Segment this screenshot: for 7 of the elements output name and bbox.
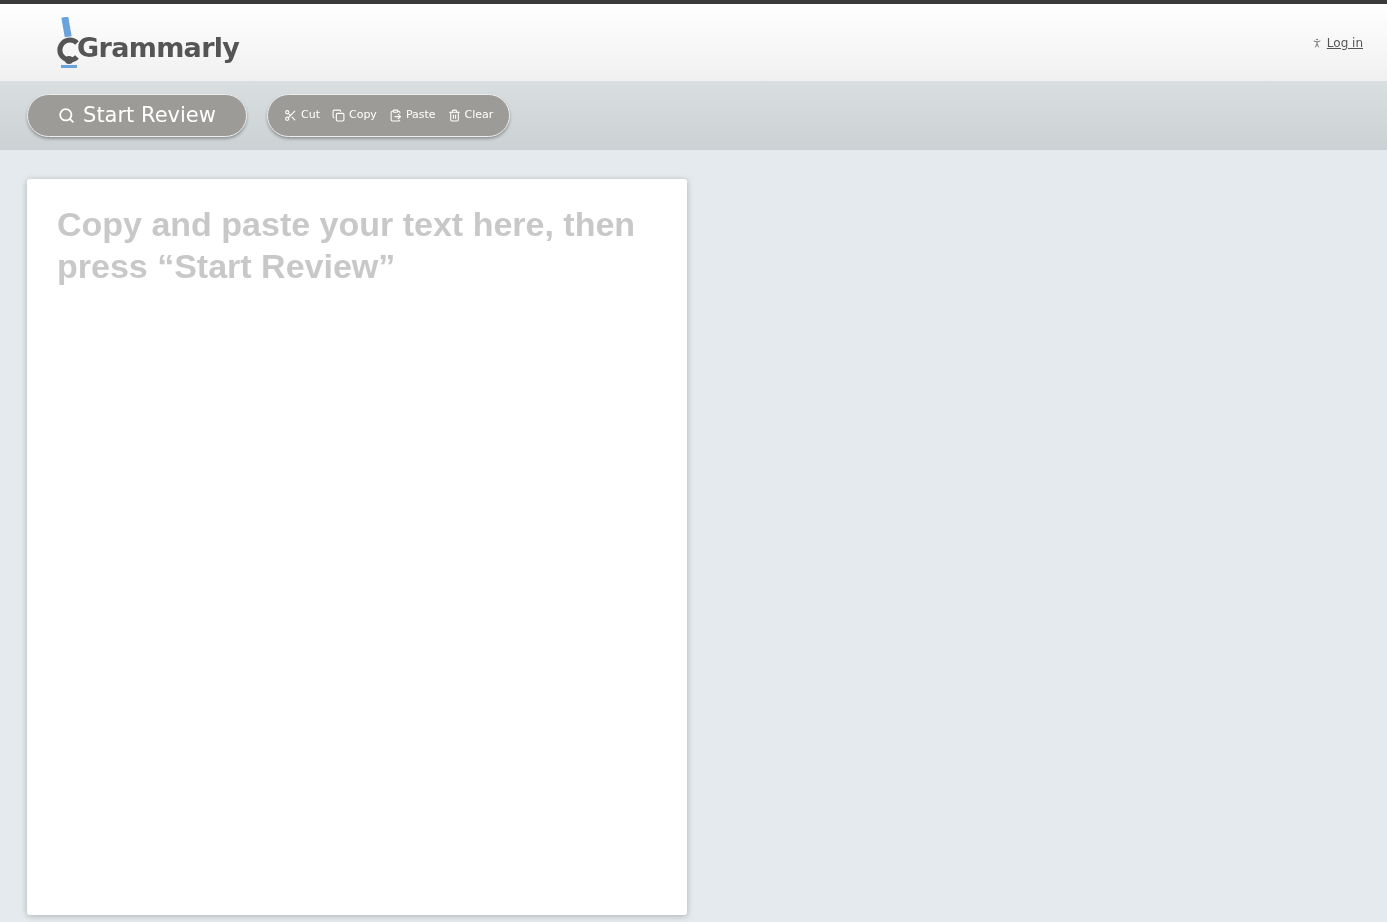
paste-icon [388, 109, 402, 122]
search-icon [58, 107, 76, 124]
scissors-icon [284, 109, 297, 122]
copy-icon [331, 109, 345, 122]
login-link[interactable]: Log in [1326, 33, 1363, 52]
trash-icon [447, 109, 461, 122]
logo-text: Grammarly [77, 33, 240, 61]
